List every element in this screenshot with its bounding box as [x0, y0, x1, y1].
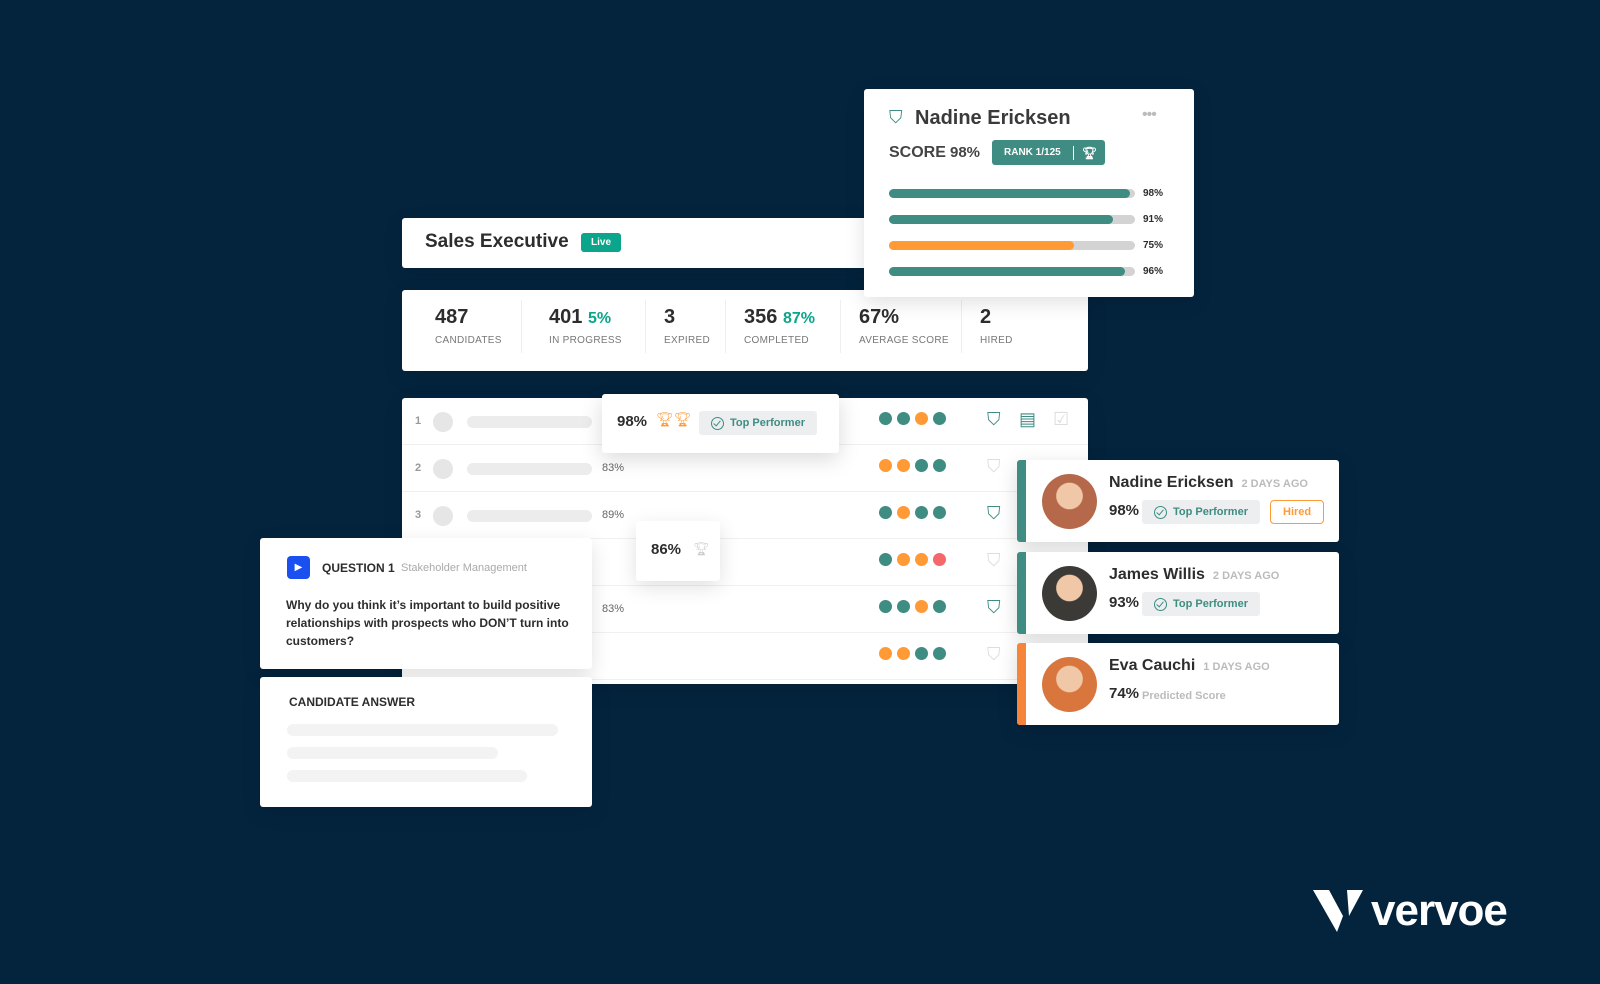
skill-dot: [915, 553, 928, 566]
avatar-placeholder: [433, 459, 453, 479]
stat-expired: 3 EXPIRED: [664, 306, 711, 346]
avatar-placeholder: [433, 412, 453, 432]
skill-dot: [879, 459, 892, 472]
skill-dots: [879, 459, 951, 477]
trophy-icon: 🏆︎🏆︎: [656, 411, 692, 427]
skill-dots: [879, 553, 951, 571]
popup-score: 98%: [617, 413, 648, 430]
skill-dot: [933, 647, 946, 660]
skill-dot: [879, 647, 892, 660]
check-circle-icon: [1154, 597, 1167, 611]
shortlist-icon[interactable]: ⛉: [987, 409, 1001, 430]
question-text: Why do you think it’s important to build…: [286, 598, 569, 648]
shortlist-icon[interactable]: ⛉: [987, 503, 1001, 524]
score-bar: 96%: [889, 258, 1163, 284]
top-score-popup: 98% 🏆︎🏆︎ Top Performer: [602, 394, 839, 453]
vervoe-logo: vervoe: [1313, 888, 1508, 934]
trophy-icon: 🏆︎: [1072, 145, 1105, 160]
stat-candidates: 487 CANDIDATES: [435, 306, 502, 346]
video-icon: ▶: [287, 556, 310, 579]
top-performer-badge: Top Performer: [1142, 592, 1260, 616]
skill-dot: [897, 553, 910, 566]
skill-dot: [915, 647, 928, 660]
job-title: Sales Executive: [425, 231, 569, 252]
question-card: ▶ QUESTION 1 Stakeholder Management Why …: [260, 538, 592, 669]
comment-icon[interactable]: ▤: [1019, 409, 1036, 430]
skill-dot: [933, 600, 946, 613]
bookmark-check-icon[interactable]: ⛉: [889, 107, 903, 128]
shortlist-icon[interactable]: ⛉: [987, 456, 1001, 477]
vervoe-mark-icon: [1313, 890, 1363, 932]
skill-dot: [897, 506, 910, 519]
stat-completed: 356 87% COMPLETED: [744, 306, 815, 346]
score-popup: 86% 🏆︎: [636, 521, 720, 581]
job-header: Sales Executive Live: [402, 218, 882, 268]
skill-dots: [879, 506, 951, 524]
top-performer-badge: Top Performer: [1142, 500, 1260, 524]
skill-dot: [897, 600, 910, 613]
skill-dot: [879, 600, 892, 613]
stats-bar: 487 CANDIDATES 401 5% IN PROGRESS 3 EXPIRED…: [402, 290, 1088, 371]
shortlist-icon[interactable]: ⛉: [987, 550, 1001, 571]
skill-dot: [933, 553, 946, 566]
score-bar: 75%: [889, 232, 1163, 258]
candidate-card[interactable]: James Willis 2 DAYS AGO 93% Top Performer: [1017, 552, 1339, 634]
skill-dot: [879, 506, 892, 519]
shortlist-icon[interactable]: ⛉: [987, 597, 1001, 618]
check-circle-icon: [1154, 505, 1167, 519]
candidate-card[interactable]: Nadine Ericksen 2 DAYS AGO 98% Top Perform…: [1017, 460, 1339, 542]
score-bars: 98% 91% 75% 96%: [889, 180, 1163, 284]
shortlist-icon[interactable]: ⛉: [987, 644, 1001, 665]
avatar: [1042, 657, 1097, 712]
check-icon[interactable]: ☑: [1053, 409, 1069, 430]
check-circle-icon: [711, 416, 724, 430]
avatar: [1042, 474, 1097, 529]
live-badge: Live: [581, 233, 622, 252]
skill-dot: [933, 412, 946, 425]
skill-dot: [897, 459, 910, 472]
table-row[interactable]: 3 89% ⛉: [402, 492, 1088, 539]
skill-dot: [933, 459, 946, 472]
skill-dot: [915, 506, 928, 519]
skill-dot: [897, 647, 910, 660]
skill-dot: [897, 412, 910, 425]
answer-card: CANDIDATE ANSWER: [260, 677, 592, 807]
top-performer-badge: Top Performer: [699, 411, 817, 435]
hired-badge: Hired: [1270, 500, 1325, 524]
rank-badge: RANK 1/125 🏆︎: [992, 140, 1105, 165]
trophy-icon: 🏆︎: [693, 541, 710, 556]
skill-dots: [879, 412, 951, 430]
stat-average-score: 67% AVERAGE SCORE: [859, 306, 949, 346]
skill-dot: [933, 506, 946, 519]
avatar: [1042, 566, 1097, 621]
avatar-placeholder: [433, 506, 453, 526]
stat-in-progress: 401 5% IN PROGRESS: [549, 306, 622, 346]
skill-dots: [879, 600, 951, 618]
stat-hired: 2 HIRED: [980, 306, 1013, 346]
skill-dot: [915, 600, 928, 613]
score-bar: 98%: [889, 180, 1163, 206]
ellipsis-icon[interactable]: •••: [1142, 106, 1157, 124]
candidate-card[interactable]: Eva Cauchi 1 DAYS AGO 74% Predicted Score: [1017, 643, 1339, 725]
skill-dot: [879, 412, 892, 425]
score-bar: 91%: [889, 206, 1163, 232]
profile-card: ⛉ Nadine Ericksen ••• SCORE 98% RANK 1/1…: [864, 89, 1194, 297]
skill-dot: [915, 412, 928, 425]
profile-name: Nadine Ericksen: [915, 107, 1071, 129]
skill-dot: [879, 553, 892, 566]
skill-dots: [879, 647, 951, 665]
skill-dot: [915, 459, 928, 472]
